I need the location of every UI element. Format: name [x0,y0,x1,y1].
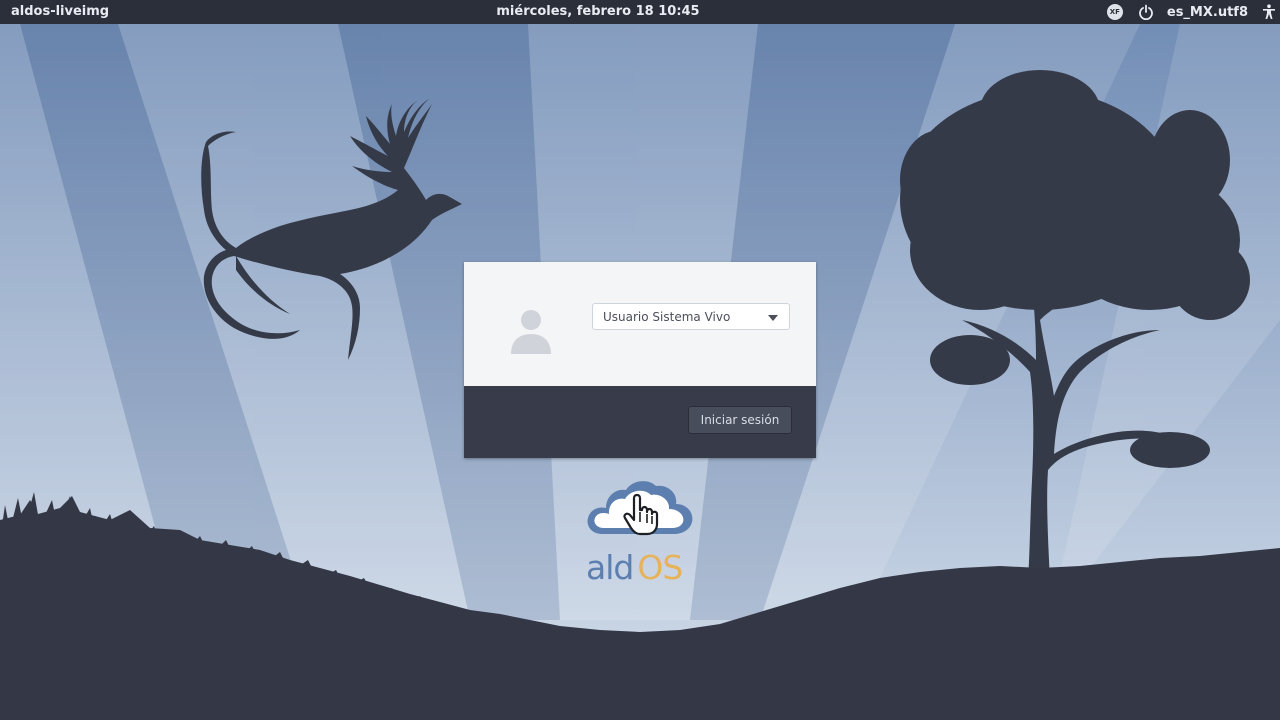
aldos-cloud-logo-icon [587,481,693,536]
accessibility-button[interactable] [1262,0,1276,24]
aldos-wordmark: ald OS [586,548,696,588]
login-user-area: Usuario Sistema Vivo [464,262,816,386]
login-action-area: Iniciar sesión [464,386,816,458]
power-icon [1138,4,1153,20]
login-button[interactable]: Iniciar sesión [688,406,792,434]
login-dialog: Usuario Sistema Vivo Iniciar sesión [464,262,816,458]
logo-text-ald: ald [586,548,634,587]
user-avatar-icon [511,310,551,354]
chevron-down-icon [768,315,778,321]
xf-keyboard-icon: XF [1106,4,1123,20]
power-button[interactable] [1138,0,1154,24]
top-panel: aldos-liveimg miércoles, febrero 18 10:4… [0,0,1280,24]
clock-label[interactable]: miércoles, febrero 18 10:45 [0,4,1196,19]
selected-user-label: Usuario Sistema Vivo [603,310,731,324]
user-select-dropdown[interactable]: Usuario Sistema Vivo [592,303,790,330]
indicator-area: XF es_MX.utf8 [1106,0,1280,24]
accessibility-icon [1263,4,1275,19]
logo-text-os: OS [637,548,683,587]
locale-indicator[interactable]: es_MX.utf8 [1167,0,1248,24]
keyboard-layout-indicator[interactable]: XF [1106,0,1138,24]
